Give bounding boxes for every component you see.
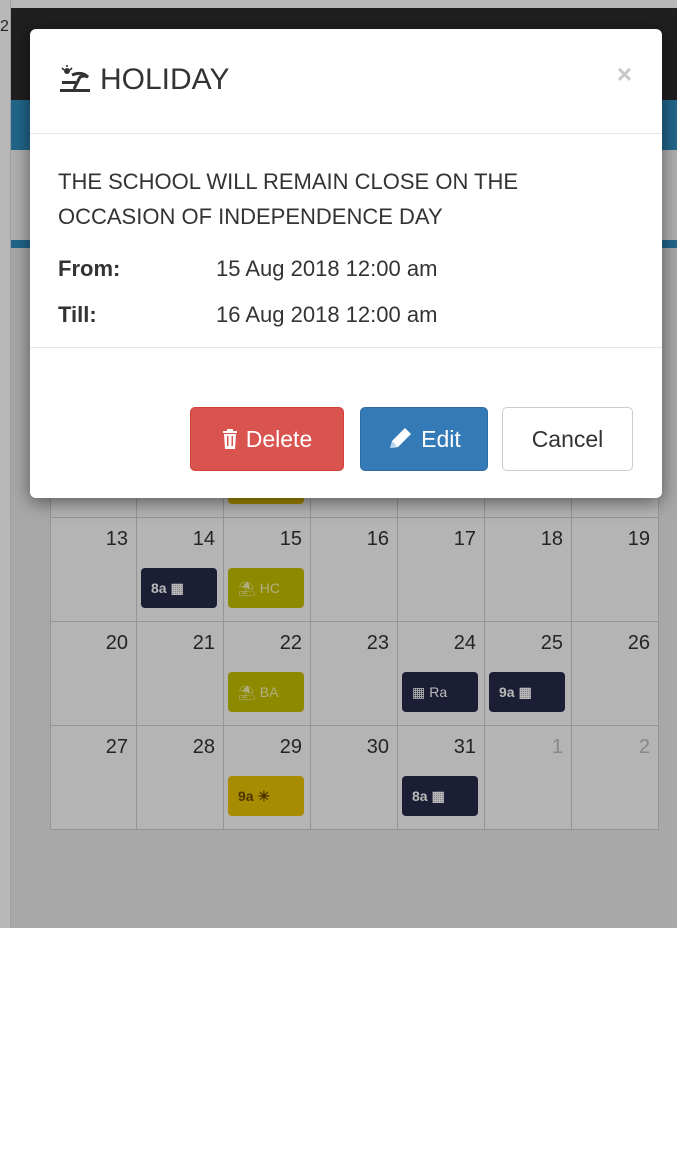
from-row: From: 15 Aug 2018 12:00 am (58, 246, 634, 292)
trash-icon (222, 429, 238, 449)
beach-chair-icon (58, 65, 92, 95)
pencil-icon (387, 427, 413, 451)
edit-label: Edit (421, 425, 461, 452)
dialog-title: HOLIDAY (58, 63, 229, 97)
close-icon[interactable]: × (617, 59, 632, 90)
holiday-description: THE SCHOOL WILL REMAIN CLOSE ON THE OCCA… (58, 169, 519, 229)
till-value: 16 Aug 2018 12:00 am (216, 302, 438, 327)
edit-button[interactable]: Edit (360, 407, 488, 471)
till-label: Till: (58, 302, 97, 327)
from-value: 15 Aug 2018 12:00 am (216, 256, 438, 281)
till-row: Till: 16 Aug 2018 12:00 am (58, 292, 634, 338)
from-label: From: (58, 256, 121, 281)
dialog-body: THE SCHOOL WILL REMAIN CLOSE ON THE OCCA… (30, 134, 662, 348)
cancel-button[interactable]: Cancel (502, 407, 633, 471)
delete-button[interactable]: Delete (190, 407, 344, 471)
dialog-footer: Delete Edit Cancel (30, 407, 662, 497)
delete-label: Delete (245, 425, 313, 452)
dialog-header: HOLIDAY × (30, 29, 662, 134)
holiday-dialog: HOLIDAY × THE SCHOOL WILL REMAIN CLOSE O… (30, 29, 662, 498)
dialog-title-text: HOLIDAY (100, 63, 230, 96)
